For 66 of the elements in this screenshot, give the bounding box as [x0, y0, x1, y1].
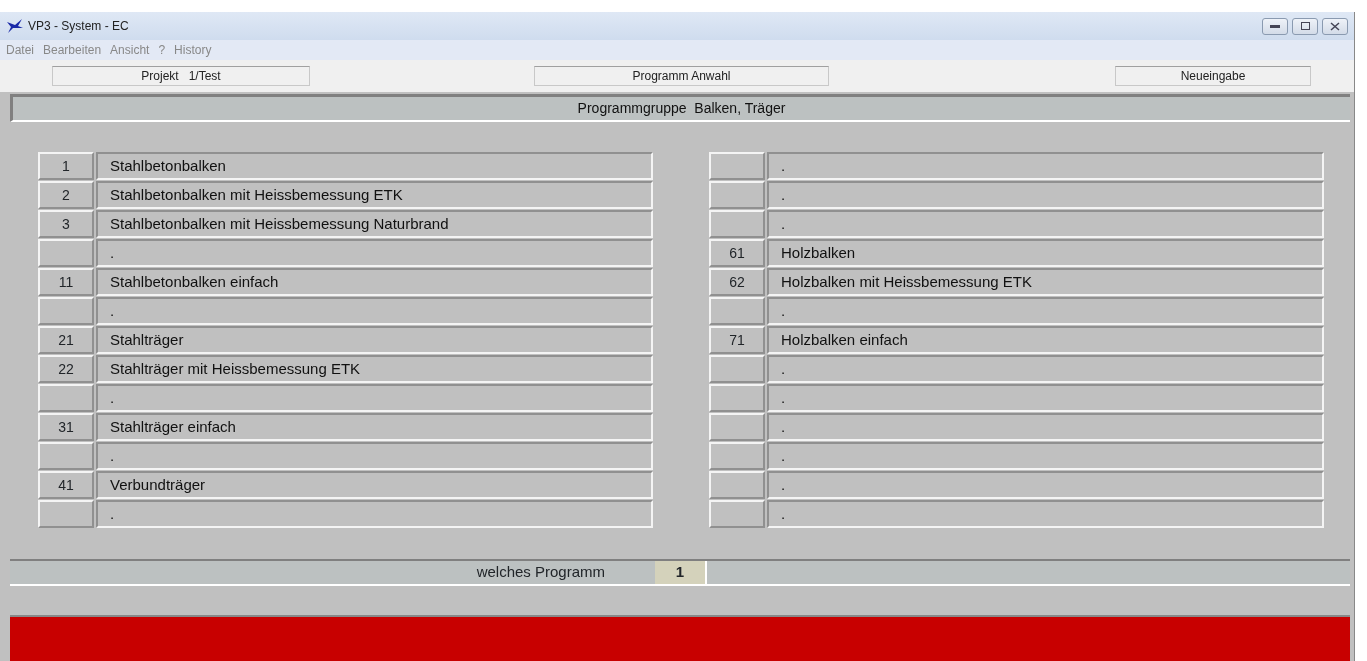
program-name: Stahlträger mit Heissbemessung ETK	[96, 355, 653, 383]
program-name: Holzbalken einfach	[767, 326, 1324, 354]
program-number[interactable]: 2	[38, 181, 94, 209]
prompt-label: welches Programm	[475, 562, 606, 583]
program-number[interactable]: 21	[38, 326, 94, 354]
program-number[interactable]: 11	[38, 268, 94, 296]
program-name: .	[767, 442, 1324, 470]
program-name: Stahlträger einfach	[96, 413, 653, 441]
program-number[interactable]	[709, 181, 765, 209]
window-title: VP3 - System - EC	[28, 18, 129, 35]
program-name: Holzbalken	[767, 239, 1324, 267]
program-name: Stahlbetonbalken mit Heissbemessung ETK	[96, 181, 653, 209]
program-number[interactable]	[709, 355, 765, 383]
program-number[interactable]	[709, 442, 765, 470]
bird-logo-icon	[6, 19, 24, 33]
program-name: Stahlbetonbalken einfach	[96, 268, 653, 296]
program-number[interactable]: 3	[38, 210, 94, 238]
program-number[interactable]	[38, 500, 94, 528]
program-name: .	[767, 384, 1324, 412]
program-name: .	[767, 413, 1324, 441]
program-name: .	[767, 471, 1324, 499]
program-name: .	[767, 297, 1324, 325]
program-name: .	[96, 384, 653, 412]
maximize-button[interactable]	[1292, 17, 1318, 35]
program-name: .	[767, 355, 1324, 383]
program-number[interactable]	[709, 210, 765, 238]
program-name: .	[96, 239, 653, 267]
program-number[interactable]	[709, 297, 765, 325]
program-name: .	[767, 210, 1324, 238]
program-name: .	[96, 297, 653, 325]
program-name: Stahlträger	[96, 326, 653, 354]
program-number[interactable]	[709, 413, 765, 441]
project-field: Projekt 1/Test	[52, 66, 310, 86]
program-input[interactable]: 1	[655, 561, 707, 584]
program-number[interactable]	[709, 500, 765, 528]
program-name: .	[96, 500, 653, 528]
program-name: Stahlbetonbalken mit Heissbemessung Naturbrand	[96, 210, 653, 238]
program-name: Holzbalken mit Heissbemessung ETK	[767, 268, 1324, 296]
program-number[interactable]	[38, 297, 94, 325]
program-number[interactable]	[709, 384, 765, 412]
program-number[interactable]: 1	[38, 152, 94, 180]
program-number[interactable]: 62	[709, 268, 765, 296]
program-name: .	[767, 500, 1324, 528]
program-number[interactable]	[709, 152, 765, 180]
program-name: .	[767, 152, 1324, 180]
program-name: .	[767, 181, 1324, 209]
program-number[interactable]	[38, 384, 94, 412]
program-name: .	[96, 442, 653, 470]
close-button[interactable]	[1322, 17, 1348, 35]
mode-field: Programm Anwahl	[534, 66, 829, 86]
program-number[interactable]	[709, 471, 765, 499]
program-number[interactable]: 31	[38, 413, 94, 441]
maximize-icon	[1300, 22, 1310, 30]
program-number[interactable]	[38, 442, 94, 470]
program-number[interactable]: 71	[709, 326, 765, 354]
program-number[interactable]: 61	[709, 239, 765, 267]
minimize-button[interactable]	[1262, 17, 1288, 35]
program-number[interactable]	[38, 239, 94, 267]
status-field: Neueingabe	[1115, 66, 1311, 86]
group-title: Programmgruppe Balken, Träger	[10, 94, 1350, 122]
program-number[interactable]: 41	[38, 471, 94, 499]
close-icon	[1330, 21, 1340, 31]
program-number[interactable]: 22	[38, 355, 94, 383]
program-name: Stahlbetonbalken	[96, 152, 653, 180]
program-name: Verbundträger	[96, 471, 653, 499]
minimize-icon	[1270, 24, 1280, 28]
